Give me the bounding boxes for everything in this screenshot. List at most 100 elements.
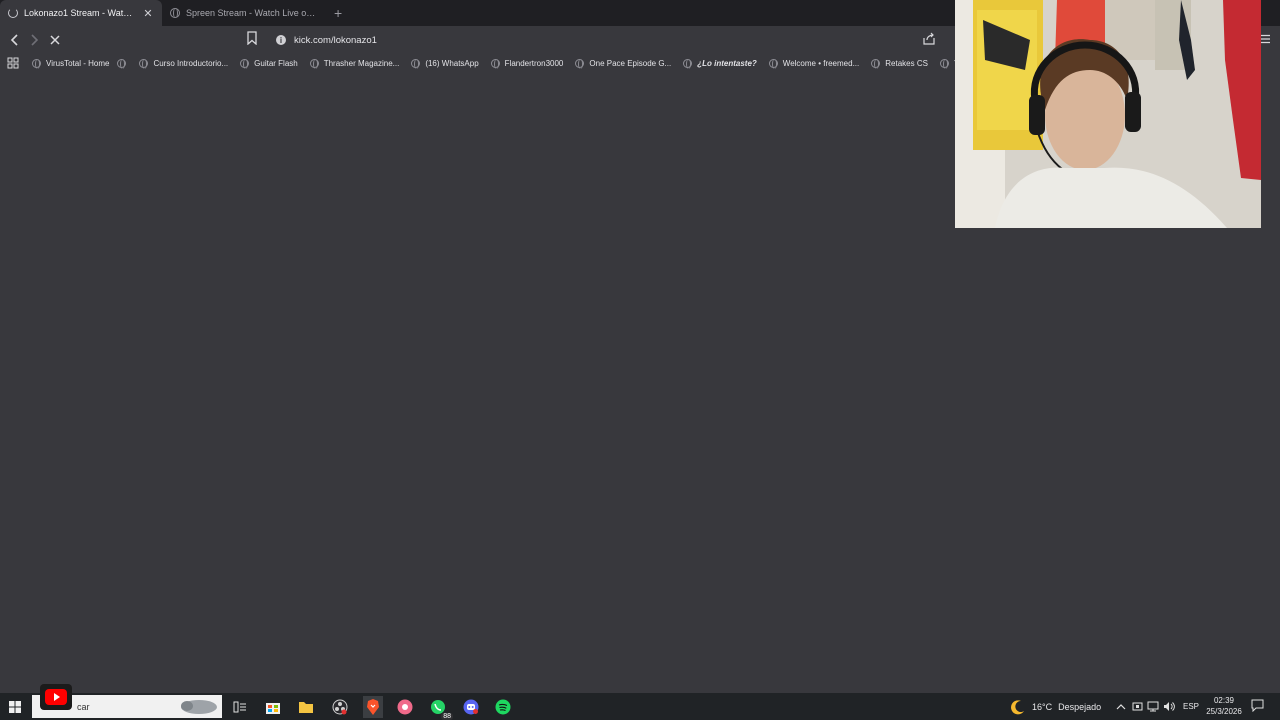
beacon-app-icon [397, 699, 413, 715]
folder-icon [299, 702, 313, 713]
bookmark-label: (16) WhatsApp [425, 58, 479, 68]
discord-button[interactable] [462, 698, 480, 716]
speaker-icon [1164, 702, 1175, 711]
show-hidden-icons-button[interactable] [1116, 693, 1126, 720]
back-button[interactable] [5, 30, 25, 50]
globe-icon [411, 58, 421, 69]
whatsapp-button[interactable]: 88 [429, 698, 453, 720]
beacon-app-button[interactable] [396, 698, 414, 716]
bookmark-freemed[interactable]: Welcome • freemed... [763, 54, 865, 72]
input-language-button[interactable]: ESP [1183, 693, 1199, 720]
globe-icon [139, 58, 149, 69]
forward-button[interactable] [24, 30, 44, 50]
brave-browser-button[interactable] [363, 696, 383, 718]
share-button[interactable] [922, 32, 936, 46]
globe-icon [683, 58, 693, 69]
obs-icon [332, 699, 348, 715]
globe-icon [170, 8, 180, 18]
whatsapp-unread-badge: 88 [441, 713, 453, 720]
notification-icon [1251, 699, 1264, 713]
task-view-button[interactable] [231, 698, 249, 716]
loading-spinner-icon [8, 8, 18, 18]
bookmark-virustotal[interactable]: VirusTotal - Home [26, 54, 115, 72]
windows-logo-icon [9, 700, 21, 713]
notifications-button[interactable] [1251, 699, 1265, 713]
bookmark-label: ¿Lo intentaste? [697, 58, 757, 68]
apps-button[interactable] [0, 54, 26, 72]
bookmark-label: Retakes CS [885, 58, 928, 68]
globe-icon [117, 58, 127, 69]
network-button[interactable] [1147, 693, 1159, 720]
tab-lokonazo1[interactable]: Lokonazo1 Stream - Watch Live ✕ [0, 0, 162, 26]
webcam-overlay [955, 0, 1261, 228]
battery-status-button[interactable] [1132, 693, 1143, 720]
bookmark-thrasher[interactable]: Thrasher Magazine... [304, 54, 406, 72]
url-text: kick.com/lokonazo1 [294, 34, 377, 46]
webcam-person-image [955, 0, 1261, 228]
search-text: car [77, 701, 90, 712]
globe-icon [575, 58, 585, 69]
clock-date: 25/3/2026 [1206, 707, 1242, 716]
file-explorer-button[interactable] [297, 698, 315, 716]
bookmark-icon [247, 31, 257, 46]
windows-taskbar: car 88 16°C Despejado ESP 02:39 25/3/202… [0, 684, 1280, 720]
globe-icon [768, 58, 778, 69]
bookmark-guitar-flash[interactable]: Guitar Flash [234, 54, 304, 72]
network-icon [1147, 701, 1159, 712]
globe-icon [32, 58, 41, 69]
brave-lion-icon [367, 699, 379, 715]
bookmark-flandertron[interactable]: Flandertron3000 [485, 54, 570, 72]
forward-arrow-icon [31, 34, 39, 46]
stop-icon [50, 35, 60, 45]
youtube-overlay-icon [40, 684, 72, 710]
spotify-icon [495, 699, 511, 715]
globe-icon [240, 58, 250, 69]
moon-icon [1011, 699, 1024, 714]
close-tab-icon[interactable]: ✕ [142, 7, 154, 20]
task-view-icon [233, 701, 246, 713]
volume-button[interactable] [1163, 693, 1175, 720]
new-tab-button[interactable]: + [324, 0, 352, 26]
chevron-up-icon [1116, 703, 1126, 709]
globe-icon [490, 58, 500, 69]
address-bar[interactable]: i kick.com/lokonazo1 [270, 29, 960, 51]
browser-menu-button[interactable] [1259, 32, 1273, 46]
back-arrow-icon [10, 34, 18, 46]
discord-icon [463, 699, 479, 715]
bookmark-lo-intentaste[interactable]: ¿Lo intentaste? [677, 54, 763, 72]
bookmark-label: Flandertron3000 [504, 58, 564, 68]
bookmark-label: Thrasher Magazine... [323, 58, 400, 68]
obs-studio-button[interactable] [331, 698, 349, 716]
clock-time: 02:39 [1213, 696, 1235, 705]
device-icon [1132, 702, 1143, 711]
bookmark-untitled[interactable] [115, 54, 133, 72]
globe-icon [871, 58, 881, 69]
bookmark-page-button[interactable] [247, 31, 261, 47]
weather-temperature: 16°C [1032, 701, 1053, 712]
site-info-icon[interactable]: i [276, 35, 286, 45]
microsoft-store-button[interactable] [264, 698, 282, 716]
bookmark-label: VirusTotal - Home [46, 58, 110, 68]
search-highlight-icon [181, 700, 217, 714]
bookmark-label: One Pace Episode G... [589, 58, 672, 68]
tab-title: Lokonazo1 Stream - Watch Live [24, 8, 136, 18]
bookmark-one-pace[interactable]: One Pace Episode G... [569, 54, 677, 72]
start-button[interactable] [0, 693, 30, 720]
spotify-button[interactable] [494, 698, 512, 716]
globe-icon [309, 58, 319, 69]
bookmark-label: Curso Introductorio... [153, 58, 229, 68]
bookmark-label: Welcome • freemed... [782, 58, 860, 68]
store-icon [266, 703, 280, 714]
bookmark-whatsapp[interactable]: (16) WhatsApp [405, 54, 484, 72]
clock[interactable]: 02:39 25/3/2026 [1200, 695, 1248, 717]
tab-spreen[interactable]: Spreen Stream - Watch Live on Kick [162, 0, 324, 26]
weather-condition: Despejado [1058, 701, 1102, 712]
bookmark-retakes-cs[interactable]: Retakes CS [865, 54, 934, 72]
tab-title: Spreen Stream - Watch Live on Kick [186, 8, 316, 18]
bookmark-label: Guitar Flash [254, 58, 298, 68]
share-icon [923, 32, 935, 45]
bookmark-curso-introductorio[interactable]: Curso Introductorio... [133, 54, 234, 72]
weather-widget[interactable]: 16°C Despejado [1010, 693, 1101, 720]
stop-loading-button[interactable] [45, 30, 65, 50]
apps-grid-icon [7, 57, 19, 69]
